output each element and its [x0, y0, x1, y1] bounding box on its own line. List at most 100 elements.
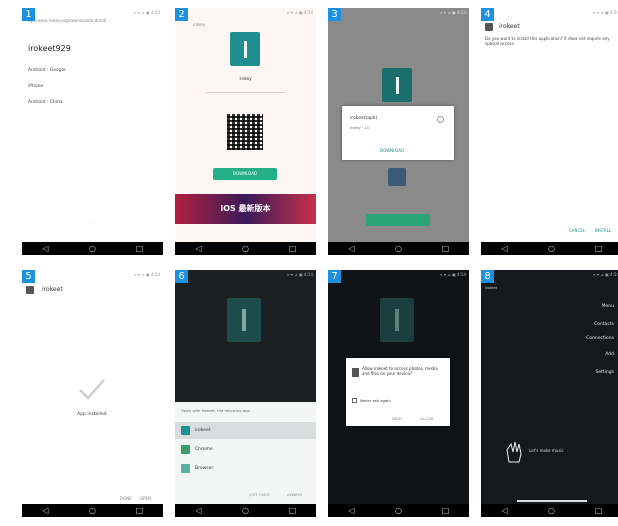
panel-6-open-with-chooser: 6 ≡ ▾ ⊿ ▣ 4:54 Open with irokeet, the fo… [175, 270, 316, 517]
step-badge-2: 2 [175, 8, 188, 21]
never-ask-checkbox[interactable] [352, 398, 357, 403]
panel-2-landing: 2 ≡ ▾ ⊿ ▣ 4:54 irokey irokey DOWNLOAD iO… [175, 8, 316, 255]
step-badge-3: 3 [328, 8, 341, 21]
recent-apps-icon[interactable]: □ [592, 244, 606, 253]
status-bar: ≡ ▾ ⊿ ▣ 4:54 [592, 10, 618, 15]
screenshot-grid: 1 ≡ ▾ ⊿ ▣ 4:54 ttp://www.irokey.org/down… [22, 8, 618, 524]
panel-8-app-home: 8 ≡ ▾ ⊿ ▣ 4:54 irokeet Menu Contacts Con… [481, 270, 618, 517]
recent-apps-icon[interactable]: □ [592, 506, 606, 515]
home-icon[interactable]: ○ [545, 244, 559, 253]
install-button[interactable] [366, 214, 430, 226]
step-badge-6: 6 [175, 270, 188, 283]
step-badge-4: 4 [481, 8, 494, 21]
home-icon[interactable]: ○ [239, 506, 253, 515]
progress-bar[interactable] [517, 500, 587, 502]
download-button[interactable]: DOWNLOAD [213, 168, 277, 180]
home-icon[interactable]: ○ [392, 506, 406, 515]
deny-button[interactable]: DENY [392, 416, 402, 421]
back-icon[interactable]: ◁ [345, 244, 359, 253]
status-bar: ≡ ▾ ⊿ ▣ 4:54 [133, 272, 160, 277]
home-icon[interactable]: ○ [545, 506, 559, 515]
open-button[interactable]: OPEN [140, 496, 151, 501]
menu-item-settings[interactable]: Settings [596, 370, 614, 375]
chooser-item-browser[interactable]: Browser [175, 460, 316, 477]
allow-button[interactable]: ALLOW [420, 416, 433, 421]
always-button[interactable]: ALWAYS [287, 492, 302, 497]
recent-apps-icon[interactable]: □ [286, 506, 300, 515]
app-logo-icon [227, 298, 261, 342]
just-once-button[interactable]: JUST ONCE [249, 492, 270, 497]
install-message: Do you want to install this application?… [485, 36, 610, 46]
home-icon[interactable]: ○ [239, 244, 253, 253]
back-icon[interactable]: ◁ [345, 506, 359, 515]
hand-gesture-icon [506, 441, 522, 463]
nav-bar: ◁ ○ □ [175, 242, 316, 255]
cancel-button[interactable]: CANCEL [569, 228, 585, 233]
installer-header: irokeet [42, 286, 63, 293]
status-bar: ≡ ▾ ⊿ ▣ 4:54 [286, 272, 313, 277]
menu-item-add[interactable]: Add [605, 352, 614, 357]
nav-bar: ◁ ○ □ [175, 504, 316, 517]
menu-item-contacts[interactable]: Contacts [594, 322, 614, 327]
chooser-item-label: irokeet [195, 428, 211, 433]
download-dialog: irokeet(apk) irokey · 1.0 DOWNLOAD [342, 106, 454, 160]
recent-apps-icon[interactable]: □ [439, 244, 453, 253]
home-icon[interactable]: ○ [392, 244, 406, 253]
qr-code-icon [227, 114, 263, 150]
recent-apps-icon[interactable]: □ [286, 244, 300, 253]
home-icon[interactable]: ○ [86, 244, 100, 253]
folder-icon [352, 368, 359, 377]
app-logo-icon [382, 68, 412, 102]
panel-3-download-dialog: 3 ≡ ▾ ⊿ ▣ 4:54 irokeet(apk) irokey · 1.0… [328, 8, 469, 255]
never-ask-label: Never ask again [360, 398, 391, 403]
secondary-app-icon [388, 168, 406, 186]
close-icon[interactable] [437, 116, 444, 123]
step-badge-1: 1 [22, 8, 35, 21]
chooser-item-chrome[interactable]: Chrome [175, 441, 316, 458]
panel-7-permission-dialog: 7 ≡ ▾ ⊿ ▣ 4:54 Allow irokeet to access p… [328, 270, 469, 517]
back-icon[interactable]: ◁ [192, 244, 206, 253]
panel-5-app-installed: 5 ≡ ▾ ⊿ ▣ 4:54 irokeet App installed. DO… [22, 270, 163, 517]
download-link-android-china[interactable]: Android : China [28, 100, 63, 105]
dialog-title: irokeet(apk) [350, 116, 378, 121]
chooser-item-label: Browser [195, 466, 214, 471]
status-bar: ≡ ▾ ⊿ ▣ 4:54 [439, 272, 466, 277]
back-icon[interactable]: ◁ [498, 244, 512, 253]
back-icon[interactable]: ◁ [192, 506, 206, 515]
chooser-item-label: Chrome [195, 447, 213, 452]
status-bar: ≡ ▾ ⊿ ▣ 4:54 [133, 10, 160, 15]
app-icon [26, 286, 34, 294]
irokeet-icon [181, 426, 190, 435]
menu-item-connections[interactable]: Connections [586, 336, 614, 341]
chooser-prompt: Open with irokeet, the following app [181, 408, 250, 413]
panel-1-webpage: 1 ≡ ▾ ⊿ ▣ 4:54 ttp://www.irokey.org/down… [22, 8, 163, 255]
app-icon [485, 23, 493, 31]
recent-apps-icon[interactable]: □ [133, 506, 147, 515]
menu-item-menu[interactable]: Menu [602, 304, 614, 309]
home-icon[interactable]: ○ [86, 506, 100, 515]
status-bar: ≡ ▾ ⊿ ▣ 4:54 [592, 272, 618, 277]
step-badge-5: 5 [22, 270, 35, 283]
app-logo-icon [230, 32, 260, 66]
chrome-icon [181, 445, 190, 454]
install-button[interactable]: INSTALL [595, 228, 611, 233]
permission-dialog: Allow irokeet to access photos, media an… [346, 358, 450, 426]
dialog-subtitle: irokey · 1.0 [350, 126, 370, 130]
download-link-android-google[interactable]: Android : Google [28, 68, 66, 73]
back-icon[interactable]: ◁ [498, 506, 512, 515]
corner-label: irokeet [485, 286, 498, 290]
back-icon[interactable]: ◁ [39, 244, 53, 253]
promo-banner[interactable]: iOS 最新版本 [175, 194, 316, 224]
nav-bar: ◁ ○ □ [22, 504, 163, 517]
done-button[interactable]: DONE [120, 496, 132, 501]
chooser-item-irokeet[interactable]: irokeet [175, 422, 316, 439]
recent-apps-icon[interactable]: □ [133, 244, 147, 253]
download-link-iphone[interactable]: iPhone [28, 84, 43, 89]
status-bar: ≡ ▾ ⊿ ▣ 4:54 [439, 10, 466, 15]
installer-header: irokeet [499, 23, 520, 30]
url-bar[interactable]: ttp://www.irokey.org/download/android/..… [28, 18, 156, 23]
back-icon[interactable]: ◁ [39, 506, 53, 515]
center-label: Let's make music [529, 448, 564, 453]
dialog-download-link[interactable]: DOWNLOAD [380, 148, 404, 153]
recent-apps-icon[interactable]: □ [439, 506, 453, 515]
